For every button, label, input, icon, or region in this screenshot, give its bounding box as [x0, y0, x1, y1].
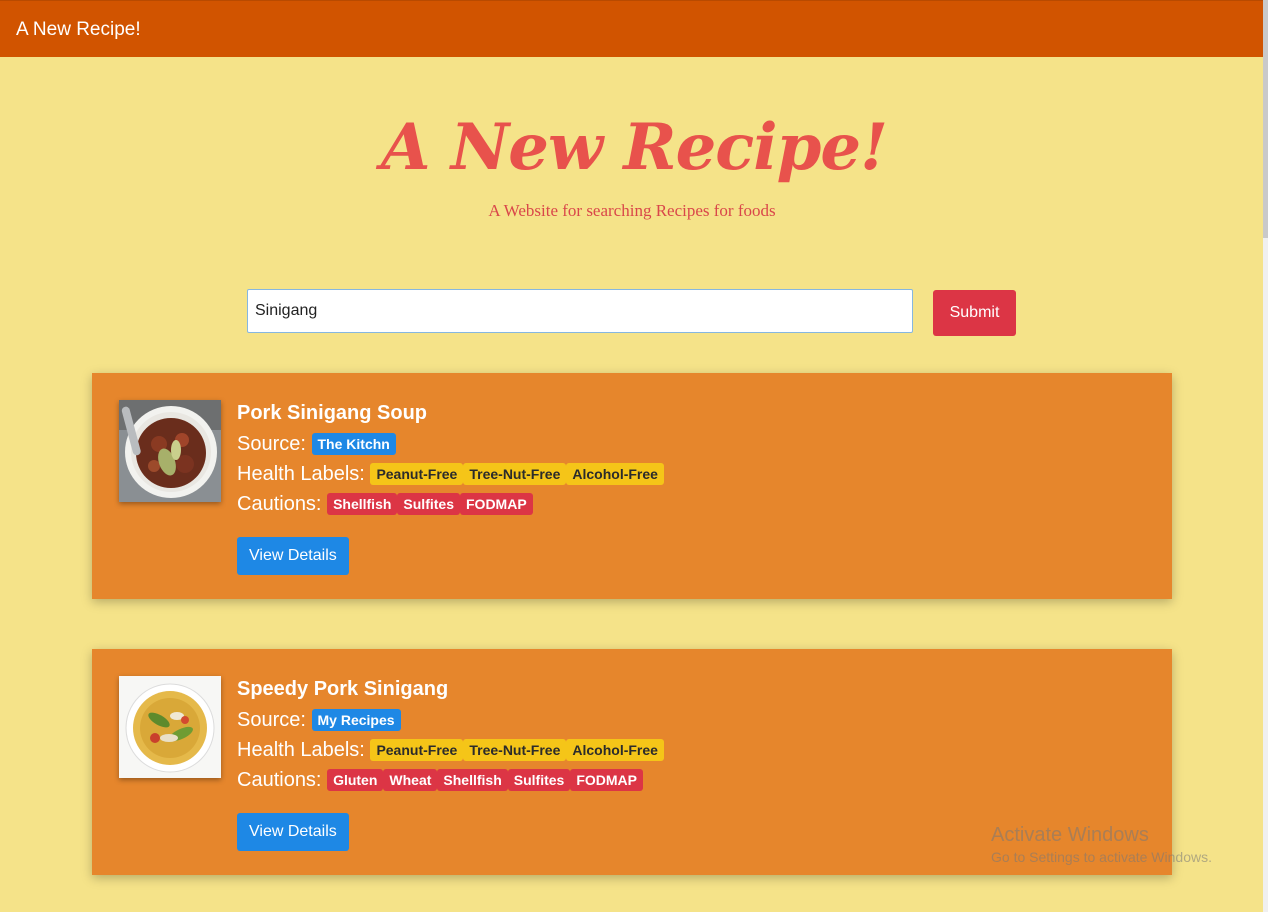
- caution-badge: FODMAP: [570, 769, 644, 791]
- cautions-label: Cautions:: [237, 493, 322, 515]
- cautions-label: Cautions:: [237, 769, 322, 791]
- health-badge: Alcohol-Free: [566, 739, 664, 761]
- recipe-title: Pork Sinigang Soup: [237, 402, 428, 424]
- caution-badge: Gluten: [327, 769, 384, 791]
- view-details-button[interactable]: View Details: [237, 537, 349, 575]
- top-navbar: A New Recipe!: [0, 0, 1263, 57]
- recipe-source-row: Source: My Recipes: [237, 705, 1152, 735]
- recipe-health-row: Health Labels: Peanut-Free Tree-Nut-Free A…: [237, 735, 1152, 765]
- health-labels-label: Health Labels:: [237, 463, 365, 485]
- source-label: Source:: [237, 709, 306, 731]
- view-details-button[interactable]: View Details: [237, 813, 349, 851]
- caution-badge: Shellfish: [327, 493, 398, 515]
- submit-button[interactable]: Submit: [933, 290, 1016, 336]
- windows-activation-watermark: Activate Windows Go to Settings to activ…: [991, 824, 1212, 865]
- source-label: Source:: [237, 433, 306, 455]
- caution-badge: FODMAP: [460, 493, 533, 515]
- source-badge: The Kitchn: [311, 433, 396, 455]
- watermark-title: Activate Windows: [991, 824, 1149, 846]
- recipe-cautions-row: Cautions: Gluten Wheat Shellfish Sulfites FO…: [237, 765, 1152, 795]
- recipe-card: Pork Sinigang Soup Source: The Kitchn He…: [92, 373, 1172, 599]
- caution-badge: Sulfites: [507, 769, 571, 791]
- health-badge: Peanut-Free: [370, 739, 464, 761]
- page-subtitle: A Website for searching Recipes for food…: [488, 201, 776, 220]
- watermark-subtitle: Go to Settings to activate Windows.: [991, 849, 1212, 865]
- recipe-cautions-row: Cautions: Shellfish Sulfites FODMAP: [237, 489, 1152, 519]
- health-labels-label: Health Labels:: [237, 739, 365, 761]
- health-badge: Tree-Nut-Free: [463, 463, 567, 485]
- health-badge: Tree-Nut-Free: [463, 739, 567, 761]
- navbar-brand[interactable]: A New Recipe!: [16, 19, 141, 41]
- recipe-source-row: Source: The Kitchn: [237, 429, 1152, 459]
- recipe-image-stew: [119, 400, 221, 502]
- recipe-image-soup: [119, 676, 221, 778]
- caution-badge: Wheat: [383, 769, 438, 791]
- health-badge: Alcohol-Free: [566, 463, 664, 485]
- recipe-info: Pork Sinigang Soup Source: The Kitchn He…: [237, 399, 1152, 575]
- source-badge: My Recipes: [311, 709, 401, 731]
- search-input[interactable]: [247, 289, 913, 333]
- recipe-title: Speedy Pork Sinigang: [237, 678, 449, 700]
- caution-badge: Shellfish: [437, 769, 508, 791]
- page-title: A New Recipe!: [380, 110, 888, 185]
- health-badge: Peanut-Free: [370, 463, 464, 485]
- recipe-health-row: Health Labels: Peanut-Free Tree-Nut-Free A…: [237, 459, 1152, 489]
- caution-badge: Sulfites: [397, 493, 460, 515]
